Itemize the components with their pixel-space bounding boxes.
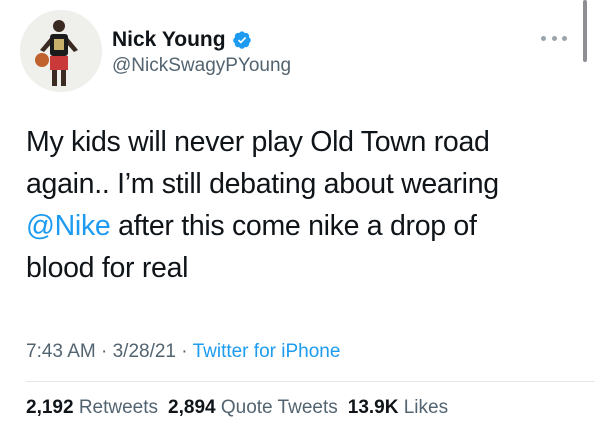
retweets-label: Retweets bbox=[78, 397, 159, 418]
retweets-stat[interactable]: 2,192 Retweets bbox=[26, 397, 158, 419]
retweets-count: 2,192 bbox=[26, 397, 74, 418]
verified-badge-icon bbox=[232, 31, 251, 49]
dot-icon bbox=[551, 35, 557, 41]
dot-icon bbox=[562, 35, 567, 41]
tweet-line: My kids will never play Old Town road bbox=[26, 126, 490, 158]
tweet-line: blood for real bbox=[26, 252, 189, 284]
likes-label: Likes bbox=[403, 397, 449, 418]
tweet-meta: 7:43 AM · 3/28/21 · Twitter for iPhone bbox=[26, 341, 340, 363]
meta-separator: · bbox=[95, 341, 113, 362]
quote-tweets-count: 2,894 bbox=[168, 397, 216, 418]
author-name-row[interactable]: Nick Young bbox=[112, 28, 252, 52]
scrollbar[interactable] bbox=[583, 0, 587, 62]
tweet-line-text: after this come nike a drop of bbox=[110, 210, 477, 242]
tweet-text: My kids will never play Old Town road ag… bbox=[26, 121, 571, 289]
quote-tweets-label: Quote Tweets bbox=[220, 397, 338, 418]
tweet-stats: 2,192 Retweets 2,894 Quote Tweets 13.9K … bbox=[26, 397, 458, 419]
likes-count: 13.9K bbox=[347, 397, 399, 418]
dot-icon bbox=[541, 35, 546, 41]
tweet-source-link[interactable]: Twitter for iPhone bbox=[193, 341, 341, 362]
divider bbox=[26, 381, 595, 382]
quote-tweets-stat[interactable]: 2,894 Quote Tweets bbox=[168, 397, 338, 419]
meta-separator: · bbox=[176, 341, 193, 362]
profile-photo-icon bbox=[20, 10, 102, 92]
likes-stat[interactable]: 13.9K Likes bbox=[348, 397, 448, 419]
mention-link[interactable]: @Nike bbox=[26, 210, 111, 242]
author-handle[interactable]: @NickSwagyPYoung bbox=[112, 55, 291, 77]
tweet-line: @Nike after this come nike a drop of bbox=[26, 205, 571, 247]
tweet-line: again.. I’m still debating about wearing bbox=[26, 168, 499, 200]
display-name[interactable]: Nick Young bbox=[112, 28, 226, 52]
more-options-icon[interactable] bbox=[537, 28, 571, 48]
tweet-time[interactable]: 7:43 AM bbox=[26, 341, 96, 362]
avatar[interactable] bbox=[20, 10, 102, 92]
tweet-date[interactable]: 3/28/21 bbox=[113, 341, 176, 362]
